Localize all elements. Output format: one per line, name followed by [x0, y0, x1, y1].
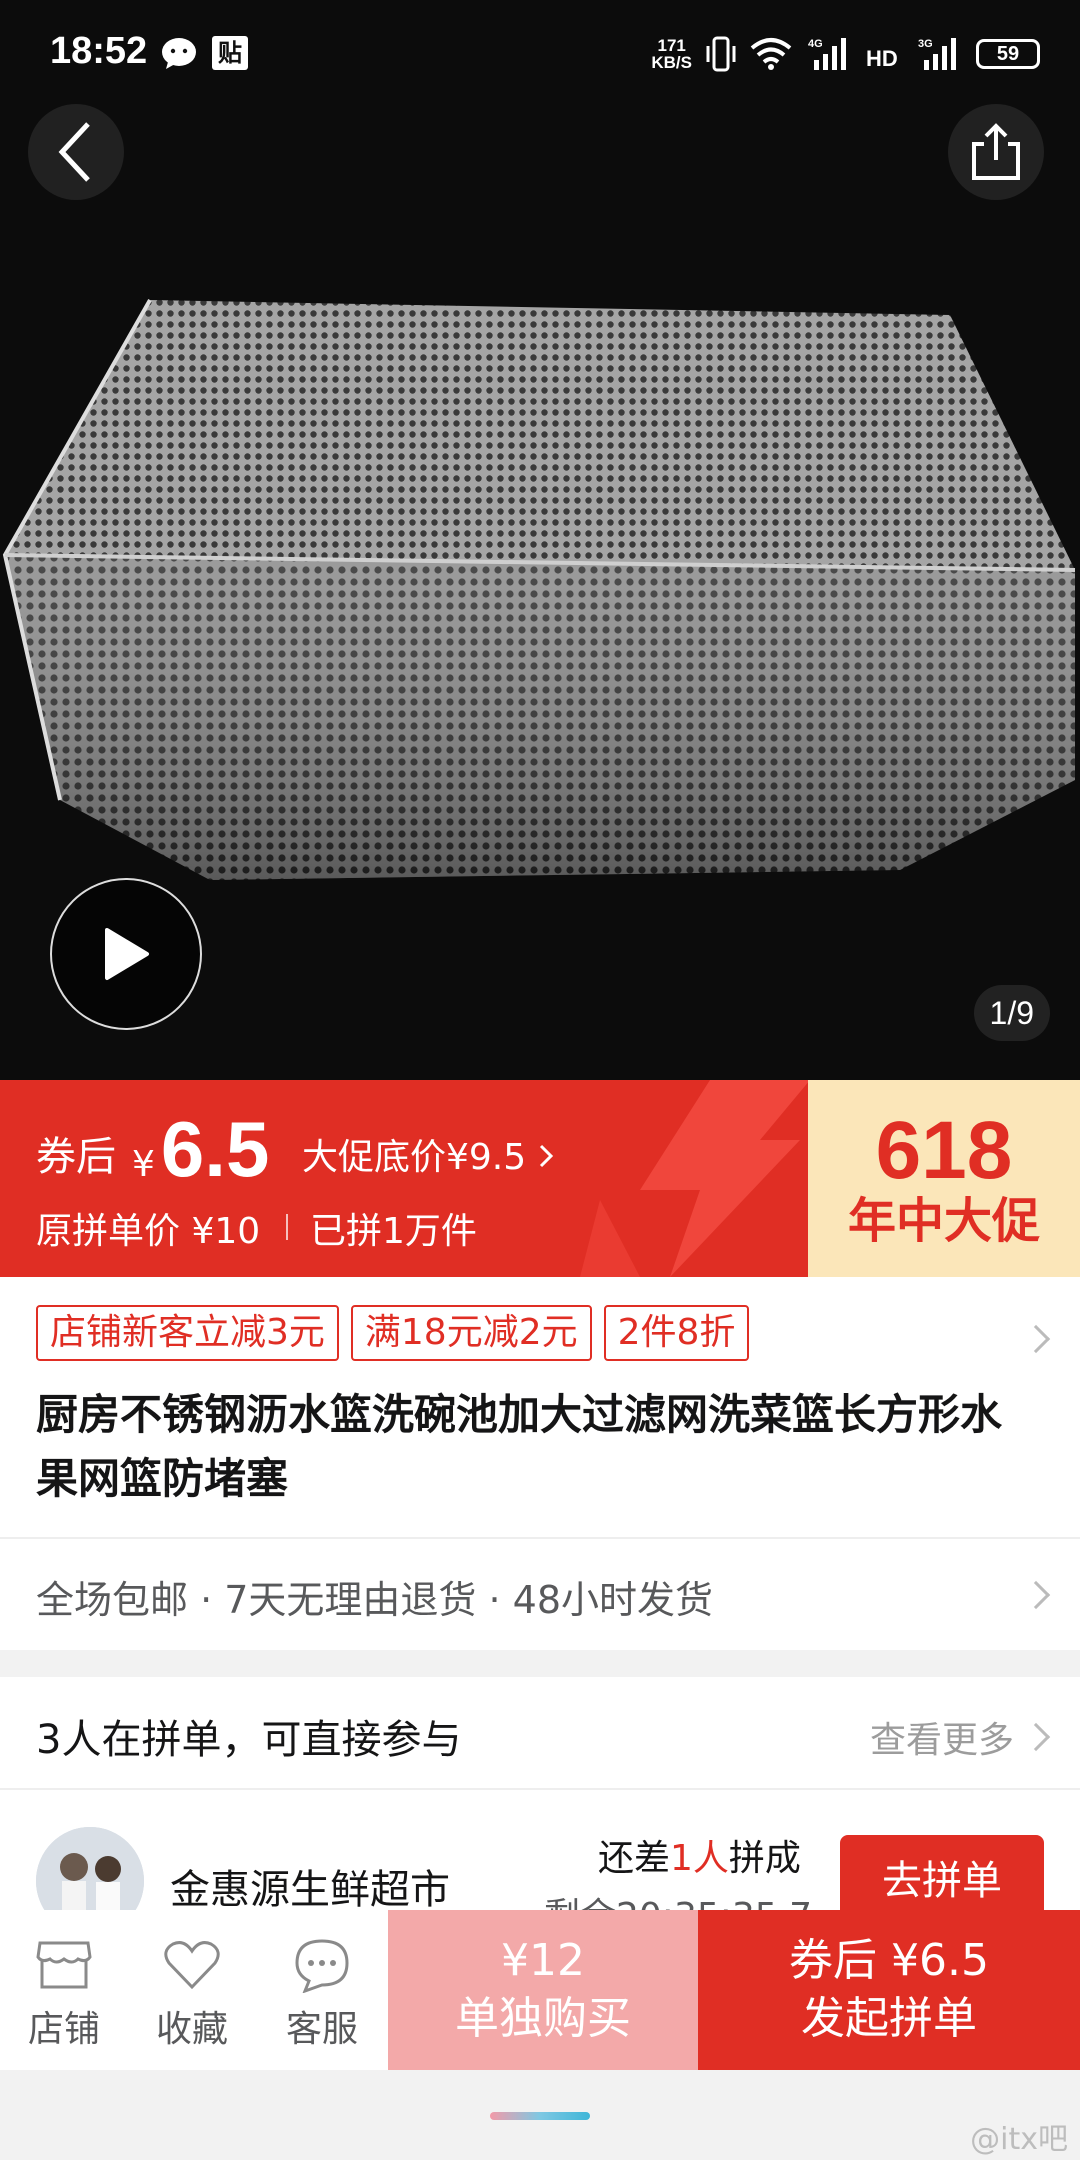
chat-bubble-icon: [295, 1939, 349, 1993]
heart-icon: [164, 1941, 220, 1990]
back-button[interactable]: [28, 104, 124, 200]
lightning-decoration-icon: [580, 1080, 810, 1277]
chevron-right-icon: [539, 1144, 553, 1168]
share-button[interactable]: [948, 104, 1044, 200]
play-video-button[interactable]: [50, 878, 202, 1030]
sold-count: 已拼1万件: [310, 1211, 477, 1252]
play-icon: [105, 928, 149, 980]
start-group-buy-button[interactable]: 券后 ¥6.5 发起拼单: [698, 1910, 1080, 2070]
status-time: 18:52: [50, 30, 148, 72]
original-price: 原拼单价 ¥10: [36, 1211, 261, 1252]
bottom-action-bar: 店铺 收藏 客服 ¥12 单独购买 券后 ¥6.5 发起拼单: [0, 1910, 1080, 2070]
group-need-text: 还差1人拼成: [598, 1838, 801, 1879]
join-group-button[interactable]: 去拼单: [840, 1835, 1044, 1919]
system-nav-bar: @itx吧: [0, 2070, 1080, 2160]
see-more-link[interactable]: 查看更多: [870, 1711, 1014, 1763]
svg-text:3G: 3G: [918, 38, 933, 50]
hd-icon: HD: [866, 46, 898, 71]
net-speed: 171 KB/S: [651, 36, 692, 72]
group-member-name: 金惠源生鲜超市: [170, 1867, 450, 1913]
divider: [0, 1788, 1080, 1790]
customer-service-button[interactable]: 客服: [262, 1930, 382, 2052]
share-icon: [972, 123, 1020, 180]
status-icons: 171 KB/S 4G HD 3G 59: [651, 30, 1040, 78]
coupon-tags[interactable]: 店铺新客立减3元 满18元减2元 2件8折: [36, 1305, 750, 1361]
service-row[interactable]: 全场包邮 · 7天无理由退货 · 48小时发货: [0, 1537, 1080, 1650]
signal-4g-icon: 4G: [808, 38, 846, 70]
vibrate-icon: [706, 36, 736, 72]
coupon-tag[interactable]: 2件8折: [603, 1305, 750, 1361]
tieba-icon: 贴: [212, 36, 248, 70]
service-text: 全场包邮 · 7天无理由退货 · 48小时发货: [36, 1578, 714, 1622]
group-heading: 3人在拼单，可直接参与: [36, 1717, 462, 1763]
shop-button[interactable]: 店铺: [4, 1930, 124, 2052]
divider: [286, 1214, 288, 1240]
wifi-icon: [750, 38, 792, 70]
chevron-right-icon: [1021, 1580, 1051, 1610]
chevron-right-icon[interactable]: [1021, 1324, 1051, 1354]
chevron-right-icon[interactable]: [1021, 1722, 1051, 1752]
promo-618-badge: 618 年中大促: [808, 1080, 1080, 1277]
image-page-indicator: 1/9: [973, 985, 1050, 1041]
coupon-price: ¥6.5: [132, 1105, 270, 1193]
battery-indicator: 59: [976, 39, 1040, 69]
product-title: 厨房不锈钢沥水篮洗碗池加大过滤网洗菜篮长方形水果网篮防堵塞: [36, 1390, 1003, 1503]
price-banner[interactable]: 券后 ¥6.5 大促底价¥9.5 原拼单价 ¥10 已拼1万件 618 年中大促: [0, 1080, 1080, 1277]
signal-3g-icon: 3G: [918, 38, 956, 70]
coupon-tag[interactable]: 满18元减2元: [350, 1305, 592, 1361]
coupon-label: 券后: [36, 1134, 116, 1180]
svg-text:HD: HD: [866, 46, 898, 71]
promo-floor-price[interactable]: 大促底价¥9.5: [302, 1128, 554, 1180]
chevron-left-icon: [58, 122, 90, 182]
product-info: 店铺新客立减3元 满18元减2元 2件8折 厨房不锈钢沥水篮洗碗池加大过滤网洗菜…: [0, 1277, 1080, 1650]
product-image-gallery[interactable]: 18:52 贴 171 KB/S 4G HD 3G 59 1/9: [0, 0, 1080, 1080]
svg-text:4G: 4G: [808, 38, 823, 50]
coupon-tag[interactable]: 店铺新客立减3元: [36, 1305, 339, 1361]
wechat-icon: [162, 38, 196, 69]
favorite-button[interactable]: 收藏: [132, 1930, 252, 2052]
home-indicator[interactable]: [490, 2112, 590, 2120]
watermark: @itx吧: [970, 2122, 1068, 2157]
status-bar: 18:52 贴 171 KB/S 4G HD 3G 59: [0, 0, 1080, 108]
store-icon: [36, 1941, 92, 1989]
buy-single-button[interactable]: ¥12 单独购买: [388, 1910, 698, 2070]
